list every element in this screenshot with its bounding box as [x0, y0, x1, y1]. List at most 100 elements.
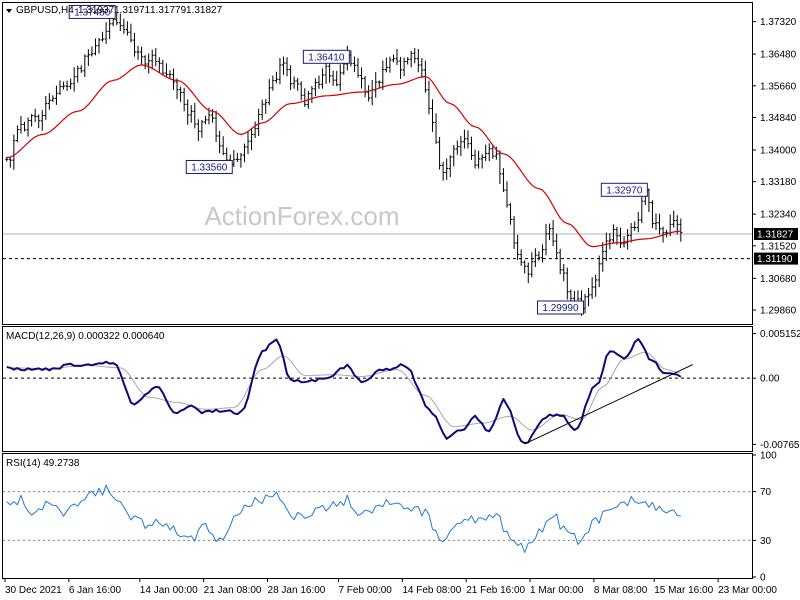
ohlc-bar: [484, 144, 488, 161]
price-tick-label: 1.34840: [760, 113, 797, 124]
ohlc-bar: [604, 232, 608, 261]
ohlc-low: 1.31779: [150, 5, 187, 16]
ohlc-bar: [47, 93, 51, 110]
ohlc-bar: [253, 121, 257, 139]
ohlc-bar: [62, 81, 66, 90]
ohlc-bar: [44, 95, 48, 120]
ohlc-bar: [8, 156, 12, 168]
ohlc-bar: [37, 114, 41, 129]
ohlc-bar: [271, 75, 275, 91]
ohlc-bar: [292, 76, 296, 89]
ohlc-bar: [438, 136, 442, 170]
ohlc-bar: [161, 59, 165, 76]
price-axis: 1.37320 1.36480 1.35660 1.34840 1.34000 1.331…: [752, 17, 798, 317]
ohlc-bar: [296, 77, 300, 91]
ohlc-bar: [455, 140, 459, 155]
x-tick-label: 6 Jan 16:00: [69, 585, 122, 596]
ohlc-bar: [519, 249, 523, 266]
ohlc-bar: [658, 213, 662, 235]
ohlc-bar: [289, 65, 293, 91]
ohlc-bar: [15, 125, 19, 143]
collapse-triangle-icon[interactable]: [6, 9, 12, 13]
ohlc-bar: [324, 60, 328, 84]
ohlc-bar: [555, 233, 559, 259]
ohlc-bar: [147, 53, 151, 74]
rsi-tick-label: 30: [760, 536, 772, 547]
ohlc-bar: [597, 255, 601, 288]
ohlc-bar: [654, 213, 658, 231]
ohlc-bar: [203, 115, 207, 125]
ohlc-bar: [587, 287, 591, 307]
ohlc-bar: [626, 229, 630, 250]
ohlc-bar: [58, 80, 62, 95]
price-callout: 1.29990: [536, 300, 584, 315]
x-tick-label: 23 Mar 00:00: [718, 585, 777, 596]
ohlc-bar: [136, 45, 140, 61]
support-price-label: 1.31190: [757, 254, 793, 265]
macd-tick-label: 0.005152: [760, 329, 800, 340]
ohlc-bar: [672, 210, 676, 228]
macd-tick-label: 0.00: [760, 374, 780, 385]
ohlc-bar: [477, 150, 481, 169]
ohlc-bar: [352, 56, 356, 73]
ohlc-bar: [125, 21, 129, 36]
rsi-line: [6, 484, 681, 553]
rsi-tick-label: 70: [760, 487, 772, 498]
price-tick-label: 1.33180: [760, 177, 797, 188]
ohlc-bar: [462, 129, 466, 149]
ohlc-bar: [193, 102, 197, 129]
ohlc-bar: [72, 67, 76, 92]
x-tick-label: 14 Feb 08:00: [402, 585, 461, 596]
ohlc-bar: [225, 147, 229, 162]
rsi-axis: 100 70 30 0: [752, 451, 777, 584]
ohlc-bar: [250, 127, 254, 151]
ohlc-bar: [636, 211, 640, 233]
ohlc-high: 1.31971: [114, 5, 151, 16]
ohlc-bar: [150, 49, 154, 70]
rsi-lines: [6, 484, 681, 553]
ohlc-bar: [434, 113, 438, 144]
x-tick-label: 8 Mar 08:00: [594, 585, 648, 596]
ohlc-bar: [274, 71, 278, 84]
ohlc-bar: [30, 114, 34, 127]
ohlc-bar: [132, 32, 136, 57]
ohlc-bar: [356, 57, 360, 78]
ohlc-bar: [101, 31, 105, 42]
ohlc-bar: [615, 226, 619, 245]
ohlc-bar: [242, 143, 246, 163]
ohlc-bar: [526, 262, 530, 284]
macd-trendline: [524, 364, 694, 445]
price-tick-label: 1.32340: [760, 210, 797, 221]
macd-lines: [6, 338, 694, 445]
ohlc-bar: [360, 67, 364, 89]
ohlc-bar: [278, 57, 282, 85]
ohlc-bar: [480, 154, 484, 169]
ohlc-bar: [168, 70, 172, 79]
ohlc-bar: [512, 216, 516, 250]
price-callout-label: 1.36410: [308, 52, 345, 63]
macd-title: MACD(12,26,9) 0.000322 0.000640: [6, 331, 165, 342]
macd-tick-label: -0.00765: [760, 440, 800, 451]
ohlc-bar: [97, 37, 101, 54]
ohlc-bar: [409, 50, 413, 68]
ohlc-bar: [267, 78, 271, 106]
chart-svg: ActionForex.com 1.374801.335601.364101.3…: [2, 2, 800, 596]
watermark: ActionForex.com: [204, 201, 399, 231]
ohlc-bar: [601, 242, 605, 272]
ohlc-bar: [299, 81, 303, 101]
ohlc-bar: [54, 85, 58, 105]
ohlc-bar: [51, 95, 55, 103]
ohlc-bar: [565, 267, 569, 300]
ohlc-bar: [164, 63, 168, 78]
ohlc-bar: [430, 99, 434, 132]
ohlc-bar: [118, 13, 122, 32]
ohlc-bar: [374, 72, 378, 98]
ohlc-bar: [221, 136, 225, 156]
ohlc-bar: [402, 57, 406, 77]
ohlc-bar: [487, 143, 491, 162]
rsi-tick-label: 0: [760, 573, 766, 584]
ohlc-bar: [530, 252, 534, 278]
x-tick-label: 14 Jan 00:00: [140, 585, 198, 596]
instrument-label: GBPUSD,H4: [16, 5, 74, 16]
ohlc-bar: [235, 152, 239, 162]
